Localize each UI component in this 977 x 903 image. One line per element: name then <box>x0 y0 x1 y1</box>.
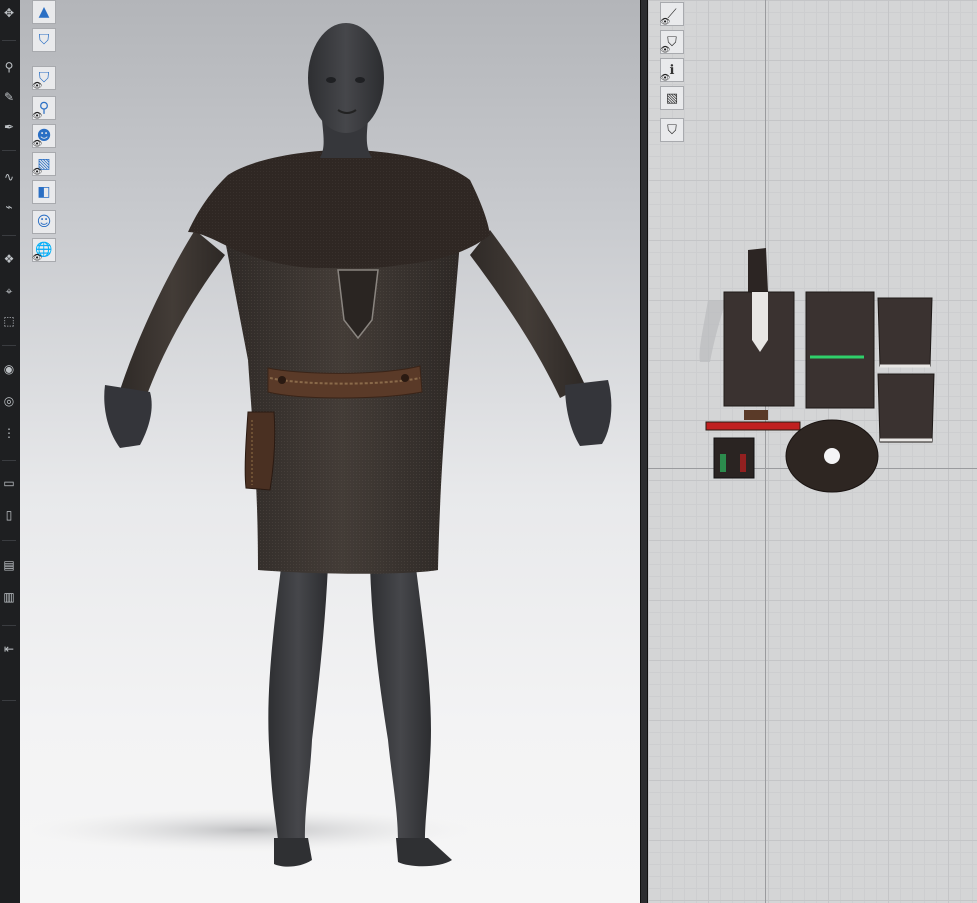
collapse-arrow-icon[interactable]: ⇤ <box>1 640 17 658</box>
pattern-piece-collar[interactable] <box>748 248 768 294</box>
toolbar-separator <box>2 150 16 151</box>
button-icon[interactable]: ◉ <box>1 360 17 378</box>
elastic-icon[interactable]: ▥ <box>1 588 17 606</box>
trim-icon[interactable]: ▯ <box>1 506 17 524</box>
pouch[interactable] <box>244 411 276 491</box>
pattern-piece-back[interactable] <box>805 291 875 409</box>
measure-icon[interactable]: ⌖ <box>1 282 17 300</box>
toolbar-separator <box>2 625 16 626</box>
pattern-piece-belt[interactable] <box>705 421 801 431</box>
pen-icon[interactable]: ✒ <box>1 118 17 136</box>
viewport-splitter[interactable] <box>640 0 648 903</box>
pin-icon[interactable]: ⚲ <box>1 58 17 76</box>
select-move-icon[interactable]: ✥ <box>1 4 17 22</box>
toolbar-separator <box>2 460 16 461</box>
pattern-piece-sleeve-bottom[interactable] <box>877 373 935 443</box>
sewing-icon[interactable]: ∿ <box>1 168 17 186</box>
zipper-icon[interactable]: ⋮ <box>1 424 17 442</box>
pattern-piece-capelet[interactable] <box>785 419 879 493</box>
toolbar-separator <box>2 40 16 41</box>
puckering-icon[interactable]: ▤ <box>1 556 17 574</box>
toolbar-separator <box>2 235 16 236</box>
avatar-head <box>308 23 384 158</box>
pattern-piece-sleeve-top[interactable] <box>877 297 933 367</box>
3d-viewport[interactable]: ▲ ⛉ ⛉ 👁 ⚲ 👁 ☻ 👁 ▧ 👁 ◧ ☺ 🌐 👁 <box>20 0 640 903</box>
pattern-pieces <box>699 248 935 493</box>
avatar-with-garment[interactable] <box>20 0 640 903</box>
2d-pattern-viewport[interactable]: ⟋ 👁 ⛉ 👁 ℹ 👁 ▧ ⛉ <box>648 0 977 903</box>
left-toolbar: ✥ ⚲ ✎ ✒ ∿ ⌁ ❖ ⌖ ⬚ ◉ ◎ ⋮ ▭ ▯ ▤ ▥ ⇤ <box>0 0 21 903</box>
toolbar-separator <box>2 700 16 701</box>
arrange-icon[interactable]: ⬚ <box>1 312 17 330</box>
edit-sewing-icon[interactable]: ⌁ <box>1 198 17 216</box>
brush-icon[interactable]: ✎ <box>1 88 17 106</box>
toolbar-separator <box>2 540 16 541</box>
fold-icon[interactable]: ❖ <box>1 250 17 268</box>
tape-icon[interactable]: ▭ <box>1 474 17 492</box>
avatar-silhouette <box>699 300 726 362</box>
toolbar-separator <box>2 345 16 346</box>
buttonhole-icon[interactable]: ◎ <box>1 392 17 410</box>
